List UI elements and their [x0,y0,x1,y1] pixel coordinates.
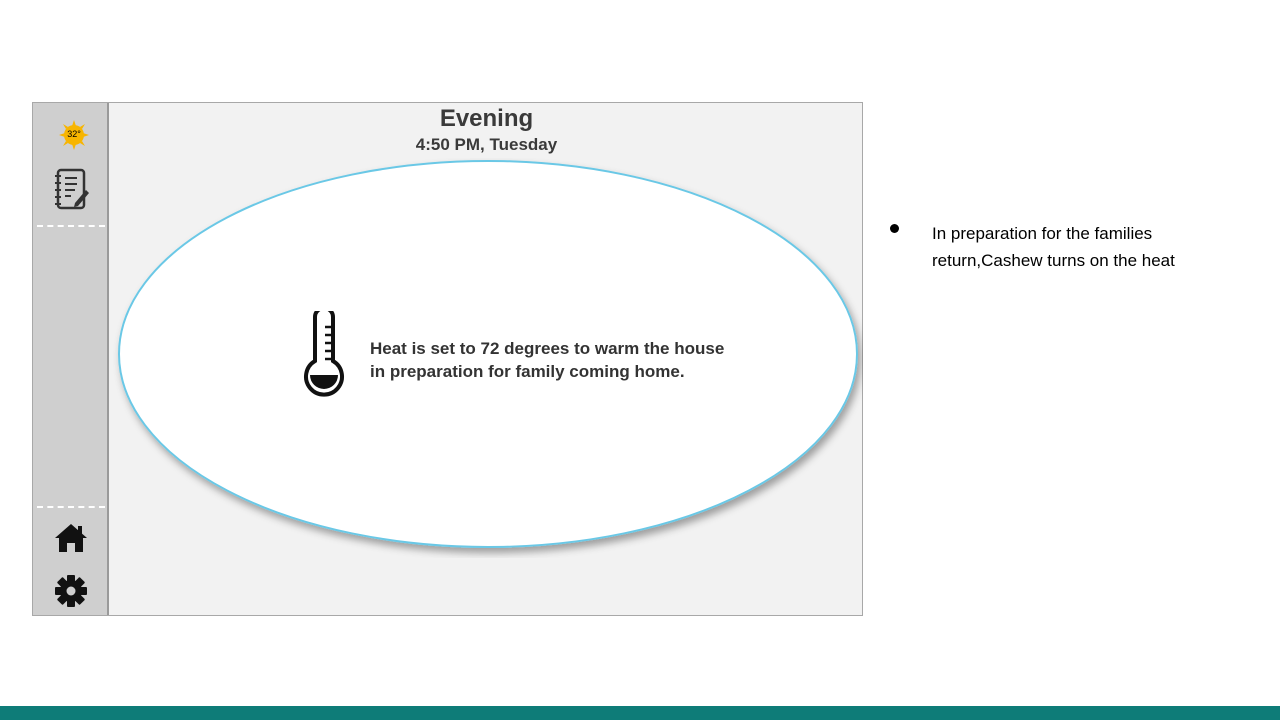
home-icon[interactable] [54,523,88,558]
weather-widget[interactable]: 32° [59,120,89,150]
thermostat-screen: 32° Evening 4:50 PM, Tuesday Heat is set… [32,102,863,616]
datetime-label: 4:50 PM, Tuesday [415,135,558,154]
notification-message: Heat is set to 72 degrees to warm the ho… [370,337,790,383]
footer-accent-bar [0,706,1280,720]
bullet-text: In preparation for the families return,C… [932,220,1232,274]
notebook-icon[interactable] [53,167,91,216]
gear-icon[interactable] [54,574,88,613]
message-line-1: Heat is set to 72 degrees to warm the ho… [370,339,725,358]
bullet-dot [890,224,899,233]
temperature-label: 32° [67,129,81,139]
sidebar-divider-top [37,225,105,227]
bullet-line-1: In preparation for the families [932,224,1153,243]
message-line-2: in preparation for family coming home. [370,362,685,381]
sidebar-divider-bottom [37,506,105,508]
sidebar: 32° [33,103,109,615]
period-title: Evening [439,105,534,132]
bullet-line-2: return,Cashew turns on the heat [932,251,1175,270]
thermometer-icon [301,306,347,402]
